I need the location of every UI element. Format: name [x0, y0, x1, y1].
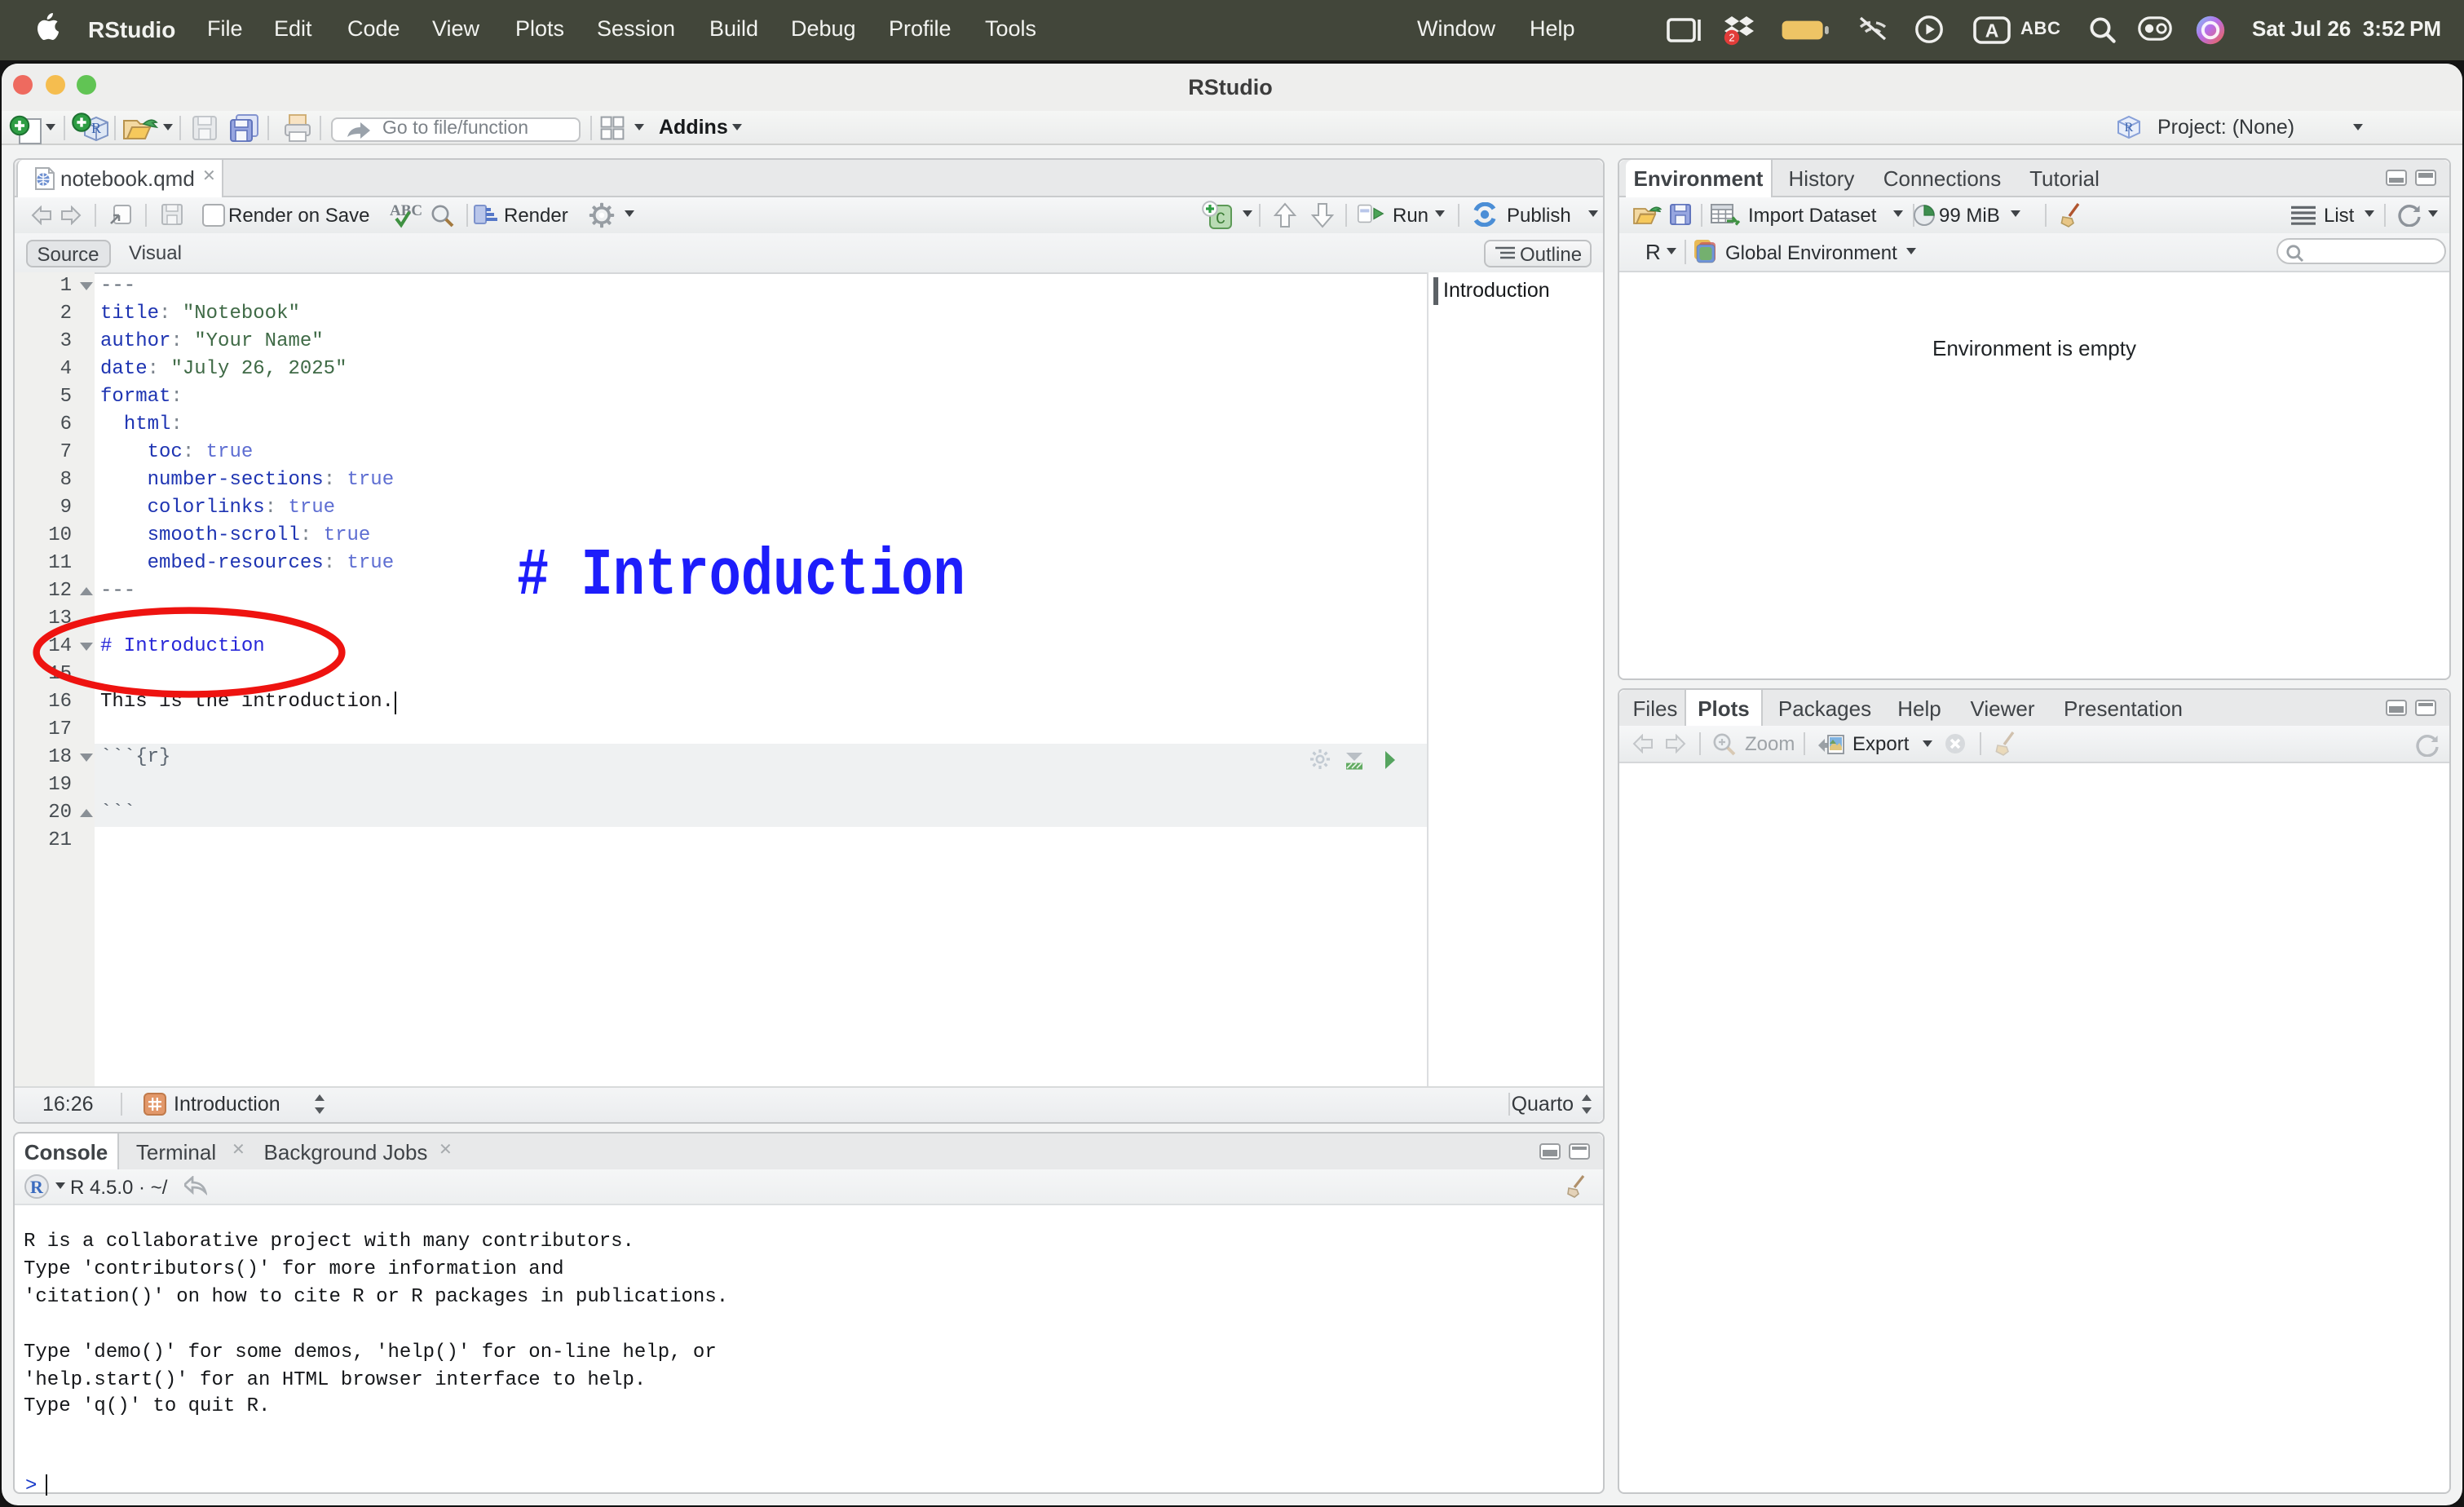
svg-text:2: 2 — [1729, 31, 1734, 43]
svg-text:R: R — [2125, 121, 2134, 135]
svg-text:C: C — [1216, 210, 1225, 229]
svg-text:A: A — [1985, 20, 1999, 41]
svg-text:R: R — [30, 1177, 44, 1197]
svg-text:R: R — [91, 120, 101, 136]
